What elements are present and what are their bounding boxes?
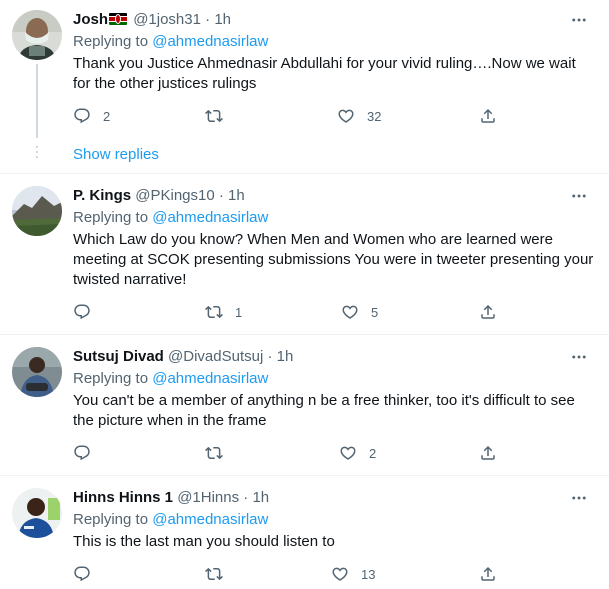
- share-button[interactable]: [479, 106, 497, 126]
- display-name[interactable]: Josh: [73, 11, 108, 28]
- mention-link[interactable]: @ahmednasirlaw: [152, 33, 268, 50]
- separator: ·: [218, 187, 224, 204]
- reply-button[interactable]: [73, 564, 103, 584]
- more-button[interactable]: [569, 186, 589, 206]
- avatar[interactable]: [12, 186, 62, 236]
- retweet-icon: [205, 107, 223, 125]
- replying-label: Replying to: [73, 209, 149, 226]
- tweet-4[interactable]: Hinns Hinns 1 @1Hinns · 1h Replying to @…: [0, 476, 609, 589]
- share-button[interactable]: [479, 564, 497, 584]
- tweet-text: This is the last man you should listen t…: [73, 533, 335, 550]
- more-button[interactable]: [569, 10, 589, 30]
- replying-to: Replying to @ahmednasirlaw: [73, 369, 597, 389]
- replying-label: Replying to: [73, 33, 149, 50]
- tweet-text: Thank you Justice Ahmednasir Abdullahi f…: [73, 55, 576, 92]
- more-button[interactable]: [569, 488, 589, 508]
- handle[interactable]: @DivadSutsuj: [168, 348, 263, 365]
- reply-icon: [73, 107, 91, 125]
- like-button[interactable]: 32: [337, 106, 381, 126]
- like-count: 32: [367, 108, 382, 124]
- like-count: 2: [369, 445, 377, 461]
- handle[interactable]: @1Hinns: [177, 489, 239, 506]
- like-button[interactable]: 13: [331, 564, 375, 584]
- retweet-button[interactable]: [205, 106, 235, 126]
- like-icon: [337, 107, 355, 125]
- share-icon: [479, 107, 497, 125]
- show-replies-link[interactable]: Show replies: [73, 146, 159, 163]
- more-button[interactable]: [569, 347, 589, 367]
- reply-count: 2: [103, 108, 111, 124]
- like-button[interactable]: 2: [339, 443, 376, 463]
- kenya-flag-icon: [109, 13, 128, 25]
- like-button[interactable]: 5: [341, 302, 378, 322]
- display-name[interactable]: Hinns Hinns 1: [73, 489, 173, 506]
- retweet-button[interactable]: [205, 443, 235, 463]
- like-icon: [331, 565, 349, 583]
- avatar[interactable]: [12, 10, 62, 60]
- replying-label: Replying to: [73, 511, 149, 528]
- share-icon: [479, 303, 497, 321]
- reply-icon: [73, 444, 91, 462]
- more-icon: [570, 489, 588, 507]
- replying-to: Replying to @ahmednasirlaw: [73, 208, 597, 228]
- share-icon: [479, 444, 497, 462]
- avatar[interactable]: [12, 347, 62, 397]
- like-count: 5: [371, 304, 379, 320]
- timestamp[interactable]: 1h: [277, 348, 294, 365]
- like-count: 13: [361, 566, 376, 582]
- share-button[interactable]: [479, 443, 497, 463]
- tweet-2[interactable]: P. Kings @PKings10 · 1h Replying to @ahm…: [0, 174, 609, 334]
- handle[interactable]: @1josh31: [133, 11, 201, 28]
- separator: ·: [205, 11, 211, 28]
- retweet-count: 1: [235, 304, 243, 320]
- like-icon: [341, 303, 359, 321]
- share-icon: [479, 565, 497, 583]
- tweet-1[interactable]: Josh @1josh31 · 1h Replying to @ahmednas…: [0, 0, 609, 172]
- tweet-3[interactable]: Sutsuj Divad @DivadSutsuj · 1h Replying …: [0, 335, 609, 475]
- more-icon: [570, 11, 588, 29]
- tweet-header: Josh @1josh31 · 1h: [73, 10, 597, 30]
- display-name[interactable]: Sutsuj Divad: [73, 348, 164, 365]
- replying-to: Replying to @ahmednasirlaw: [73, 32, 597, 52]
- tweet-text: Which Law do you know? When Men and Wome…: [73, 231, 594, 288]
- mention-link[interactable]: @ahmednasirlaw: [152, 511, 268, 528]
- reply-button[interactable]: [73, 302, 103, 322]
- timestamp[interactable]: 1h: [228, 187, 245, 204]
- timestamp[interactable]: 1h: [214, 11, 231, 28]
- display-name[interactable]: P. Kings: [73, 187, 131, 204]
- timestamp[interactable]: 1h: [252, 489, 269, 506]
- retweet-icon: [205, 303, 223, 321]
- mention-link[interactable]: @ahmednasirlaw: [152, 209, 268, 226]
- reply-icon: [73, 565, 91, 583]
- more-icon: [570, 348, 588, 366]
- avatar[interactable]: [12, 488, 62, 538]
- replying-label: Replying to: [73, 370, 149, 387]
- retweet-icon: [205, 444, 223, 462]
- reply-button[interactable]: 2: [73, 106, 110, 126]
- tweet-header: P. Kings @PKings10 · 1h: [73, 186, 597, 206]
- mention-link[interactable]: @ahmednasirlaw: [152, 370, 268, 387]
- thread-dots: [36, 146, 38, 161]
- retweet-button[interactable]: 1: [205, 302, 242, 322]
- reply-icon: [73, 303, 91, 321]
- tweet-text: You can't be a member of anything n be a…: [73, 392, 575, 429]
- retweet-icon: [205, 565, 223, 583]
- more-icon: [570, 187, 588, 205]
- reply-button[interactable]: [73, 443, 103, 463]
- thread-line: [36, 64, 38, 138]
- separator: ·: [267, 348, 273, 365]
- tweet-header: Hinns Hinns 1 @1Hinns · 1h: [73, 488, 597, 508]
- separator: ·: [243, 489, 249, 506]
- share-button[interactable]: [479, 302, 497, 322]
- tweet-header: Sutsuj Divad @DivadSutsuj · 1h: [73, 347, 597, 367]
- like-icon: [339, 444, 357, 462]
- handle[interactable]: @PKings10: [135, 187, 214, 204]
- replying-to: Replying to @ahmednasirlaw: [73, 510, 597, 530]
- retweet-button[interactable]: [205, 564, 235, 584]
